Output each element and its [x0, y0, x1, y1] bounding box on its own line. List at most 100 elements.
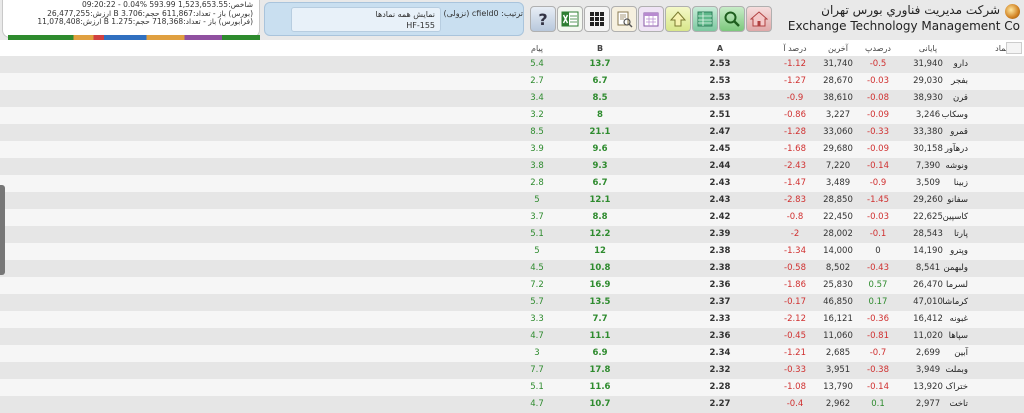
- p-value-cell: 3.3: [530, 314, 544, 324]
- symbol-cell[interactable]: سپاها: [949, 331, 968, 341]
- table-row[interactable]: لسرما 26,470 0.57 25,830 -1.86 2.36 16.9 7.2: [0, 277, 1024, 294]
- b-value-cell: 6.7: [592, 76, 608, 86]
- symbol-cell[interactable]: بفجر: [951, 76, 968, 86]
- header-last-pct[interactable]: درصد آ: [775, 44, 815, 53]
- header-p[interactable]: پیام: [522, 44, 552, 53]
- scroll-up-button[interactable]: [1006, 42, 1022, 54]
- last-price-cell: 11,060: [823, 331, 853, 341]
- symbol-cell[interactable]: قمرو: [950, 127, 968, 137]
- table-row[interactable]: کرماشا 47,010 0.17 46,850 -0.17 2.37 13.5 5.7: [0, 294, 1024, 311]
- header-b[interactable]: B: [580, 44, 620, 53]
- table-row[interactable]: ونوشه 7,390 -0.14 7,220 -2.43 2.44 9.3 3.8: [0, 158, 1024, 175]
- close-pct-cell: -0.43: [867, 263, 889, 273]
- table-row[interactable]: سپاها 11,020 -0.81 11,060 -0.45 2.36 11.1 4.7: [0, 328, 1024, 345]
- table-row[interactable]: ولبهمن 8,541 -0.43 8,502 -0.58 2.38 10.8 4.5: [0, 260, 1024, 277]
- close-price-cell: 16,412: [913, 314, 943, 324]
- a-value-cell: 2.39: [709, 229, 731, 239]
- table-row[interactable]: وپترو 14,190 0 14,000 -1.34 2.38 12 5: [0, 243, 1024, 260]
- symbol-cell[interactable]: ولبهمن: [943, 263, 968, 273]
- close-pct-cell: -1.45: [867, 195, 889, 205]
- symbol-cell[interactable]: کاسپین: [943, 212, 968, 222]
- last-price-cell: 28,002: [823, 229, 853, 239]
- table-row[interactable]: دارو 31,940 -0.5 31,740 -1.12 2.53 13.7 5.4: [0, 56, 1024, 73]
- company-name-fa: شرکت مدیریت فناوري بورس تهران: [821, 3, 1000, 17]
- symbol-cell[interactable]: زبینا: [954, 178, 968, 188]
- a-value-cell: 2.36: [709, 280, 731, 290]
- b-value-cell: 10.8: [589, 263, 611, 273]
- a-value-cell: 2.36: [709, 331, 731, 341]
- table-row[interactable]: قرن 38,930 -0.08 38,610 -0.9 2.53 8.5 3.4: [0, 90, 1024, 107]
- excel-icon[interactable]: [557, 6, 583, 32]
- header-a[interactable]: A: [700, 44, 740, 53]
- table-row[interactable]: پارتا 28,543 -0.1 28,002 -2 2.39 12.2 5.1: [0, 226, 1024, 243]
- p-value-cell: 5.1: [530, 382, 544, 392]
- document-search-icon[interactable]: [611, 6, 637, 32]
- table-row[interactable]: درهآور 30,158 -0.09 29,680 -1.68 2.45 9.6 3.9: [0, 141, 1024, 158]
- symbol-cell[interactable]: ختراک: [946, 382, 968, 392]
- last-pct-cell: -1.86: [784, 280, 806, 290]
- p-value-cell: 3.7: [530, 212, 544, 222]
- last-price-cell: 3,951: [825, 365, 851, 375]
- symbol-cell[interactable]: سفانو: [947, 195, 968, 205]
- table-row[interactable]: کاسپین 22,625 -0.03 22,450 -0.8 2.42 8.8 3.7: [0, 209, 1024, 226]
- header-close-pct[interactable]: درصدپ: [858, 44, 898, 53]
- symbol-cell[interactable]: وپترو: [950, 246, 968, 256]
- table-row[interactable]: قمرو 33,380 -0.33 33,060 -1.28 2.47 21.1 8.5: [0, 124, 1024, 141]
- p-value-cell: 5.4: [530, 59, 544, 69]
- table-row[interactable]: زبینا 3,509 -0.9 3,489 -1.47 2.43 6.7 2.8: [0, 175, 1024, 192]
- table-row[interactable]: آبین 2,699 -0.7 2,685 -1.21 2.34 6.9 3: [0, 345, 1024, 362]
- table-icon[interactable]: [692, 6, 718, 32]
- table-row[interactable]: ختراک 13,920 -0.14 13,790 -1.08 2.28 11.6 5.1: [0, 379, 1024, 396]
- symbol-cell[interactable]: غبونه: [950, 314, 968, 324]
- close-pct-cell: 0: [875, 246, 881, 256]
- table-row[interactable]: بفجر 29,030 -0.03 28,670 -1.27 2.53 6.7 2.7: [0, 73, 1024, 90]
- symbol-cell[interactable]: ونوشه: [945, 161, 968, 171]
- last-pct-cell: -0.45: [784, 331, 806, 341]
- symbol-cell[interactable]: وبملت: [945, 365, 968, 375]
- a-value-cell: 2.44: [709, 161, 731, 171]
- symbol-cell[interactable]: درهآور: [945, 144, 968, 154]
- symbol-cell[interactable]: قرن: [953, 93, 968, 103]
- side-panel-handle[interactable]: [0, 185, 5, 275]
- up-arrow-icon[interactable]: [665, 6, 691, 32]
- close-price-cell: 11,020: [913, 331, 943, 341]
- table-row[interactable]: غبونه 16,412 -0.36 16,121 -2.12 2.33 7.7 3.3: [0, 311, 1024, 328]
- farabourse-status-line: (فرابورس) باز - تعداد:718,368 حجم:1.275 …: [37, 17, 253, 27]
- p-value-cell: 5: [534, 246, 540, 256]
- b-value-cell: 21.1: [589, 127, 611, 137]
- header-last[interactable]: آخرین: [818, 44, 858, 53]
- last-pct-cell: -2: [790, 229, 800, 239]
- b-value-cell: 7.7: [592, 314, 608, 324]
- grid-icon[interactable]: [584, 6, 610, 32]
- last-pct-cell: -1.27: [784, 76, 806, 86]
- a-value-cell: 2.28: [709, 382, 731, 392]
- sort-order-label[interactable]: ترتیب: cfield0 (نزولی): [443, 9, 523, 18]
- p-value-cell: 2.8: [530, 178, 544, 188]
- symbol-cell[interactable]: دارو: [954, 59, 968, 69]
- search-icon[interactable]: [719, 6, 745, 32]
- calendar-icon[interactable]: [638, 6, 664, 32]
- table-row[interactable]: وبملت 3,949 -0.38 3,951 -0.33 2.32 17.8 7.7: [0, 362, 1024, 379]
- home-icon[interactable]: [746, 6, 772, 32]
- close-pct-cell: -0.03: [867, 212, 889, 222]
- question-icon[interactable]: ?: [530, 6, 556, 32]
- symbol-cell[interactable]: پارتا: [954, 229, 968, 239]
- symbol-cell[interactable]: کرماشا: [942, 297, 968, 307]
- last-price-cell: 22,450: [823, 212, 853, 222]
- p-value-cell: 3.8: [530, 161, 544, 171]
- last-price-cell: 3,227: [825, 110, 851, 120]
- symbol-cell[interactable]: آبین: [954, 348, 968, 358]
- close-pct-cell: -0.09: [867, 144, 889, 154]
- b-value-cell: 6.9: [592, 348, 608, 358]
- table-row[interactable]: سفانو 29,260 -1.45 28,850 -2.83 2.43 12.1 5: [0, 192, 1024, 209]
- b-value-cell: 12.2: [589, 229, 611, 239]
- b-value-cell: 8: [597, 110, 603, 120]
- close-pct-cell: -0.14: [867, 161, 889, 171]
- filter-selector[interactable]: نمایش همه نمادها HF-155: [291, 7, 441, 32]
- last-pct-cell: -1.08: [784, 382, 806, 392]
- table-row[interactable]: تاخت 2,977 0.1 2,962 -0.4 2.27 10.7 4.7: [0, 396, 1024, 413]
- table-row[interactable]: وسکاب 3,246 -0.09 3,227 -0.86 2.51 8 3.2: [0, 107, 1024, 124]
- symbol-cell[interactable]: لسرما: [946, 280, 968, 290]
- close-pct-cell: -0.38: [867, 365, 889, 375]
- header-close[interactable]: پایانی: [906, 44, 950, 53]
